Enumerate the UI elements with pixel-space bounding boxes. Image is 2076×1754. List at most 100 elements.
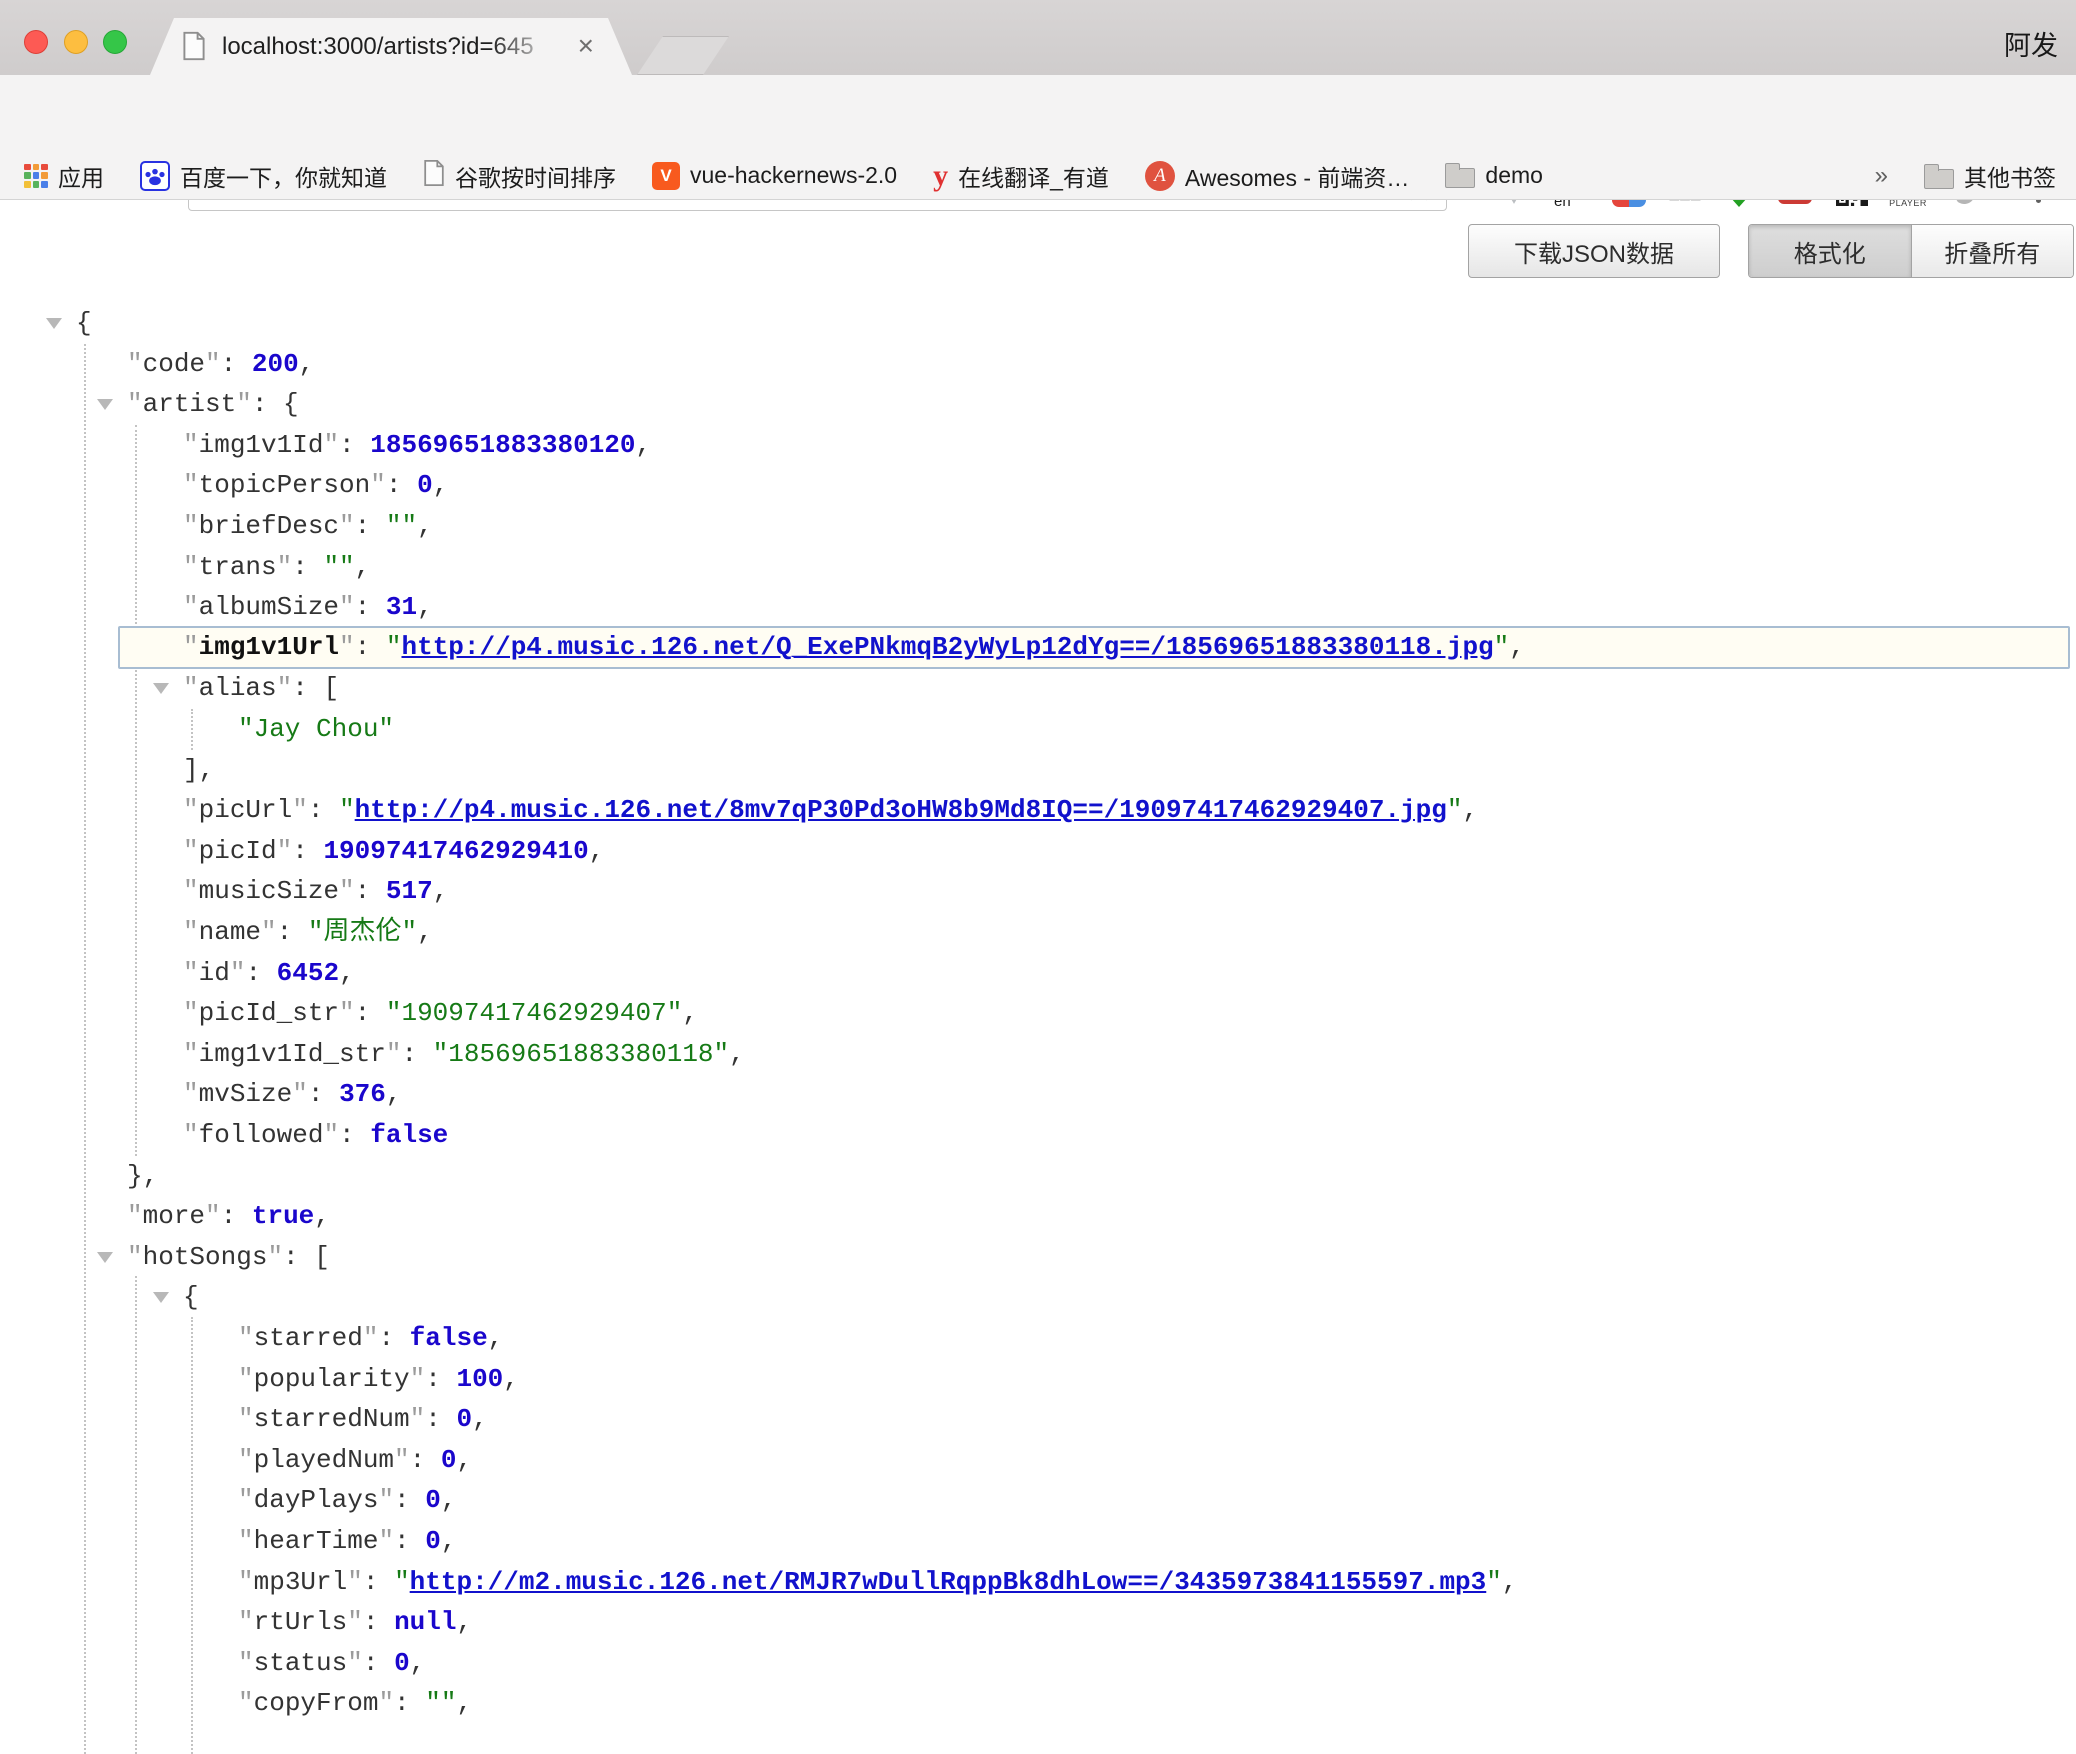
- json-token: ": [347, 1607, 363, 1637]
- collapse-triangle-icon[interactable]: [97, 399, 113, 410]
- json-token: 0: [441, 1445, 457, 1475]
- json-token: hearTime: [254, 1526, 379, 1556]
- json-token: ,: [299, 349, 315, 379]
- browser-profile-name[interactable]: 阿发: [2004, 24, 2058, 63]
- json-token: ": [238, 1688, 254, 1718]
- json-token: ": [183, 1079, 199, 1109]
- awesomes-icon: A: [1145, 161, 1175, 191]
- json-token: :: [378, 1323, 409, 1353]
- apps-grid-icon: [24, 164, 48, 188]
- json-token: more: [143, 1201, 205, 1231]
- json-line: "status": 0,: [238, 1643, 425, 1684]
- json-line: "picId_str": "19097417462929407",: [183, 993, 698, 1034]
- collapse-triangle-icon[interactable]: [153, 683, 169, 694]
- json-token: :: [386, 470, 417, 500]
- json-line: "Jay Chou": [238, 709, 394, 750]
- json-token: ": [183, 917, 199, 947]
- json-token: :: [363, 1567, 394, 1597]
- json-token: ": [183, 552, 199, 582]
- json-token: {: [76, 308, 92, 338]
- json-token: ": [339, 511, 355, 541]
- json-token: briefDesc: [199, 511, 339, 541]
- json-token: ": [347, 1567, 363, 1597]
- json-token: ": [127, 349, 143, 379]
- json-token: :: [355, 632, 386, 662]
- json-token: 0: [417, 470, 433, 500]
- bookmark-baidu[interactable]: 百度一下，你就知道: [140, 152, 387, 200]
- json-token: ": [386, 1039, 402, 1069]
- indent-guide: [135, 425, 137, 1156]
- json-line: "rtUrls": null,: [238, 1602, 472, 1643]
- json-line: "topicPerson": 0,: [183, 465, 448, 506]
- maximize-window-button[interactable]: [103, 30, 127, 54]
- json-token: ": [127, 1201, 143, 1231]
- collapse-triangle-icon[interactable]: [46, 318, 62, 329]
- json-token: starred: [254, 1323, 363, 1353]
- folder-icon: [1445, 168, 1475, 188]
- json-token: "19097417462929407": [386, 998, 682, 1028]
- json-token: ": [363, 1323, 379, 1353]
- json-token: ,: [417, 592, 433, 622]
- json-token: copyFrom: [254, 1688, 379, 1718]
- json-token: ": [261, 917, 277, 947]
- json-token: "18569651883380118": [433, 1039, 729, 1069]
- json-token: 19097417462929410: [323, 836, 588, 866]
- bookmark-youdao[interactable]: y 在线翻译_有道: [933, 152, 1109, 200]
- json-token: 31: [386, 592, 417, 622]
- indent-guide: [191, 709, 193, 750]
- json-line: "playedNum": 0,: [238, 1440, 472, 1481]
- bookmark-awesomes[interactable]: A Awesomes - 前端资…: [1145, 152, 1410, 200]
- bookmark-apps[interactable]: 应用: [24, 152, 104, 200]
- json-token: ": [1494, 632, 1510, 662]
- json-token: ,: [488, 1323, 504, 1353]
- other-bookmarks-folder[interactable]: 其他书签: [1924, 152, 2056, 200]
- json-token: ": [183, 1120, 199, 1150]
- tab-close-icon[interactable]: ×: [578, 18, 594, 75]
- json-token: ,: [456, 1607, 472, 1637]
- collapse-triangle-icon[interactable]: [97, 1252, 113, 1263]
- json-token: ,: [729, 1039, 745, 1069]
- json-line: "trans": "",: [183, 547, 370, 588]
- json-token: ": [127, 1242, 143, 1272]
- bookmark-vue-hackernews[interactable]: V vue-hackernews-2.0: [652, 152, 897, 200]
- json-line: "musicSize": 517,: [183, 871, 448, 912]
- json-token: ": [238, 1485, 254, 1515]
- bookmark-google-sort[interactable]: 谷歌按时间排序: [423, 152, 616, 200]
- json-token: ": [394, 1445, 410, 1475]
- tab-title-fade: [490, 18, 570, 75]
- json-token: picUrl: [199, 795, 293, 825]
- bookmarks-overflow-icon[interactable]: »: [1875, 162, 1888, 190]
- json-token: ": [339, 632, 355, 662]
- json-line: "mvSize": 376,: [183, 1074, 401, 1115]
- json-link[interactable]: http://m2.music.126.net/RMJR7wDullRqppBk…: [410, 1567, 1487, 1597]
- new-tab-button[interactable]: [637, 36, 729, 75]
- page-icon: [423, 159, 445, 192]
- json-token: :: [410, 1445, 441, 1475]
- json-link[interactable]: http://p4.music.126.net/Q_ExePNkmqB2yWyL…: [401, 632, 1493, 662]
- json-token: :: [355, 998, 386, 1028]
- json-token: :: [245, 958, 276, 988]
- json-token: ": [238, 1445, 254, 1475]
- json-token: :: [308, 1079, 339, 1109]
- json-token: ,: [636, 430, 652, 460]
- json-token: ": [183, 592, 199, 622]
- bookmark-demo-folder[interactable]: demo: [1445, 152, 1543, 200]
- json-token: :: [277, 917, 308, 947]
- json-token: ": [183, 958, 199, 988]
- json-token: ,: [410, 1648, 426, 1678]
- json-token: :: [355, 876, 386, 906]
- json-token: ": [183, 876, 199, 906]
- json-line: "code": 200,: [127, 344, 314, 385]
- json-token: ": [410, 1364, 426, 1394]
- json-line: "briefDesc": "",: [183, 506, 433, 547]
- json-token: ,: [417, 511, 433, 541]
- collapse-triangle-icon[interactable]: [153, 1292, 169, 1303]
- json-line: "alias": [: [183, 668, 339, 709]
- close-window-button[interactable]: [24, 30, 48, 54]
- json-token: false: [370, 1120, 448, 1150]
- json-line: "img1v1Id_str": "18569651883380118",: [183, 1034, 745, 1075]
- json-token: :: [425, 1364, 456, 1394]
- minimize-window-button[interactable]: [64, 30, 88, 54]
- browser-tab[interactable]: localhost:3000/artists?id=645 ×: [150, 18, 632, 75]
- json-link[interactable]: http://p4.music.126.net/8mv7qP30Pd3oHW8b…: [355, 795, 1447, 825]
